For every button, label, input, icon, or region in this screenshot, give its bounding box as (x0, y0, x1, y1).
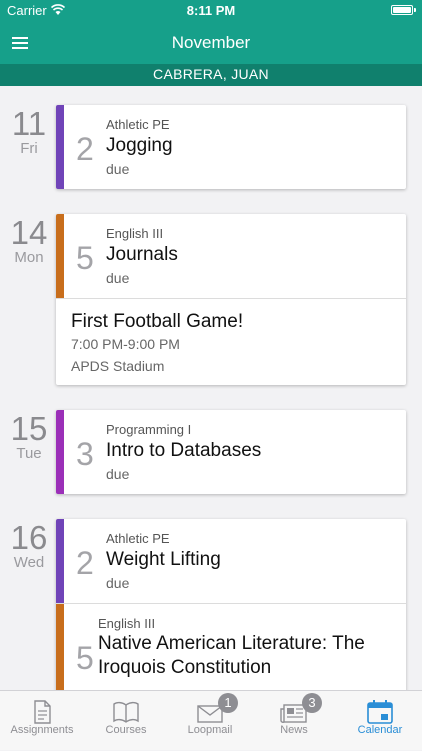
assignment-points: 5 (76, 640, 94, 676)
assignment-item[interactable]: 3 Programming I Intro to Databases due (56, 410, 406, 494)
tab-calendar[interactable]: Calendar (338, 691, 422, 751)
tab-assignments[interactable]: Assignments (0, 691, 84, 751)
assignment-status: due (106, 575, 130, 591)
assignment-course: English III (98, 616, 156, 631)
assignment-points: 2 (76, 131, 94, 167)
assignment-status: due (106, 270, 130, 286)
course-color-bar (56, 105, 64, 189)
event-item[interactable]: First Football Game! 7:00 PM-9:00 PM APD… (56, 299, 406, 385)
day-card: 2 Athletic PE Jogging due (56, 105, 406, 189)
battery-icon (391, 5, 413, 15)
tab-label: News (280, 724, 308, 736)
assignment-points: 5 (76, 240, 94, 276)
course-color-bar (56, 214, 64, 298)
student-name-bar[interactable]: CABRERA, JUAN (0, 64, 422, 86)
day-weekday: Fri (20, 140, 38, 157)
calendar-icon (367, 700, 393, 724)
tab-label: Courses (105, 724, 147, 736)
tab-news[interactable]: 3 News (252, 691, 336, 751)
page-title: November (171, 33, 251, 52)
assignment-name: Jogging (106, 135, 173, 156)
tab-label: Loopmail (187, 724, 233, 736)
tab-bar: Assignments Courses 1 Loopmail 3 News Ca… (0, 690, 422, 750)
event-time: 7:00 PM-9:00 PM (71, 336, 180, 352)
assignment-status: due (106, 466, 130, 482)
assignment-name: Intro to Databases (106, 440, 262, 461)
calendar-list[interactable]: 11 Fri 2 Athletic PE Jogging due 14 Mon … (0, 86, 422, 690)
unread-badge: 1 (218, 693, 238, 713)
nav-bar: November (0, 22, 422, 64)
course-color-bar (56, 519, 64, 603)
assignment-item[interactable]: 2 Athletic PE Weight Lifting due (56, 519, 406, 603)
assignment-item[interactable]: 2 Athletic PE Jogging due (56, 105, 406, 189)
course-color-bar (56, 410, 64, 494)
tab-loopmail[interactable]: 1 Loopmail (168, 691, 252, 751)
day-number: 16 (10, 519, 48, 556)
tab-label: Calendar (357, 724, 403, 736)
unread-badge: 3 (302, 693, 322, 713)
assignment-item[interactable]: 5 English III Journals due (56, 214, 406, 298)
day-weekday: Mon (14, 249, 44, 266)
assignment-item[interactable]: 5 English III Native American Literature… (56, 604, 406, 690)
day-number: 14 (10, 214, 48, 251)
document-icon (34, 700, 51, 724)
tab-courses[interactable]: Courses (84, 691, 168, 751)
tab-label: Assignments (10, 724, 74, 736)
day-weekday: Wed (13, 554, 45, 571)
event-location: APDS Stadium (71, 358, 165, 374)
assignment-points: 3 (76, 436, 94, 472)
assignment-course: Athletic PE (106, 531, 170, 546)
assignment-points: 2 (76, 545, 94, 581)
course-color-bar (56, 604, 64, 690)
assignment-name: Weight Lifting (106, 549, 221, 570)
assignment-name: Native American Literature: The Iroquois… (98, 633, 365, 678)
day-weekday: Tue (16, 445, 42, 462)
day-card: 5 English III Journals due First Footbal… (56, 214, 406, 385)
event-title: First Football Game! (71, 311, 244, 332)
day-card: 3 Programming I Intro to Databases due (56, 410, 406, 494)
assignment-course: English III (106, 226, 164, 241)
assignment-course: Programming I (106, 422, 192, 437)
book-icon (113, 701, 139, 723)
status-time: 8:11 PM (186, 3, 236, 18)
assignment-name: Journals (106, 244, 178, 265)
day-number: 11 (11, 105, 47, 142)
day-card: 2 Athletic PE Weight Lifting due 5 Engli… (56, 519, 406, 690)
battery-tip (414, 8, 416, 12)
assignment-course: Athletic PE (106, 117, 170, 132)
status-bar: Carrier 8:11 PM (0, 0, 422, 22)
day-number: 15 (10, 410, 48, 447)
assignment-status: due (106, 161, 130, 177)
